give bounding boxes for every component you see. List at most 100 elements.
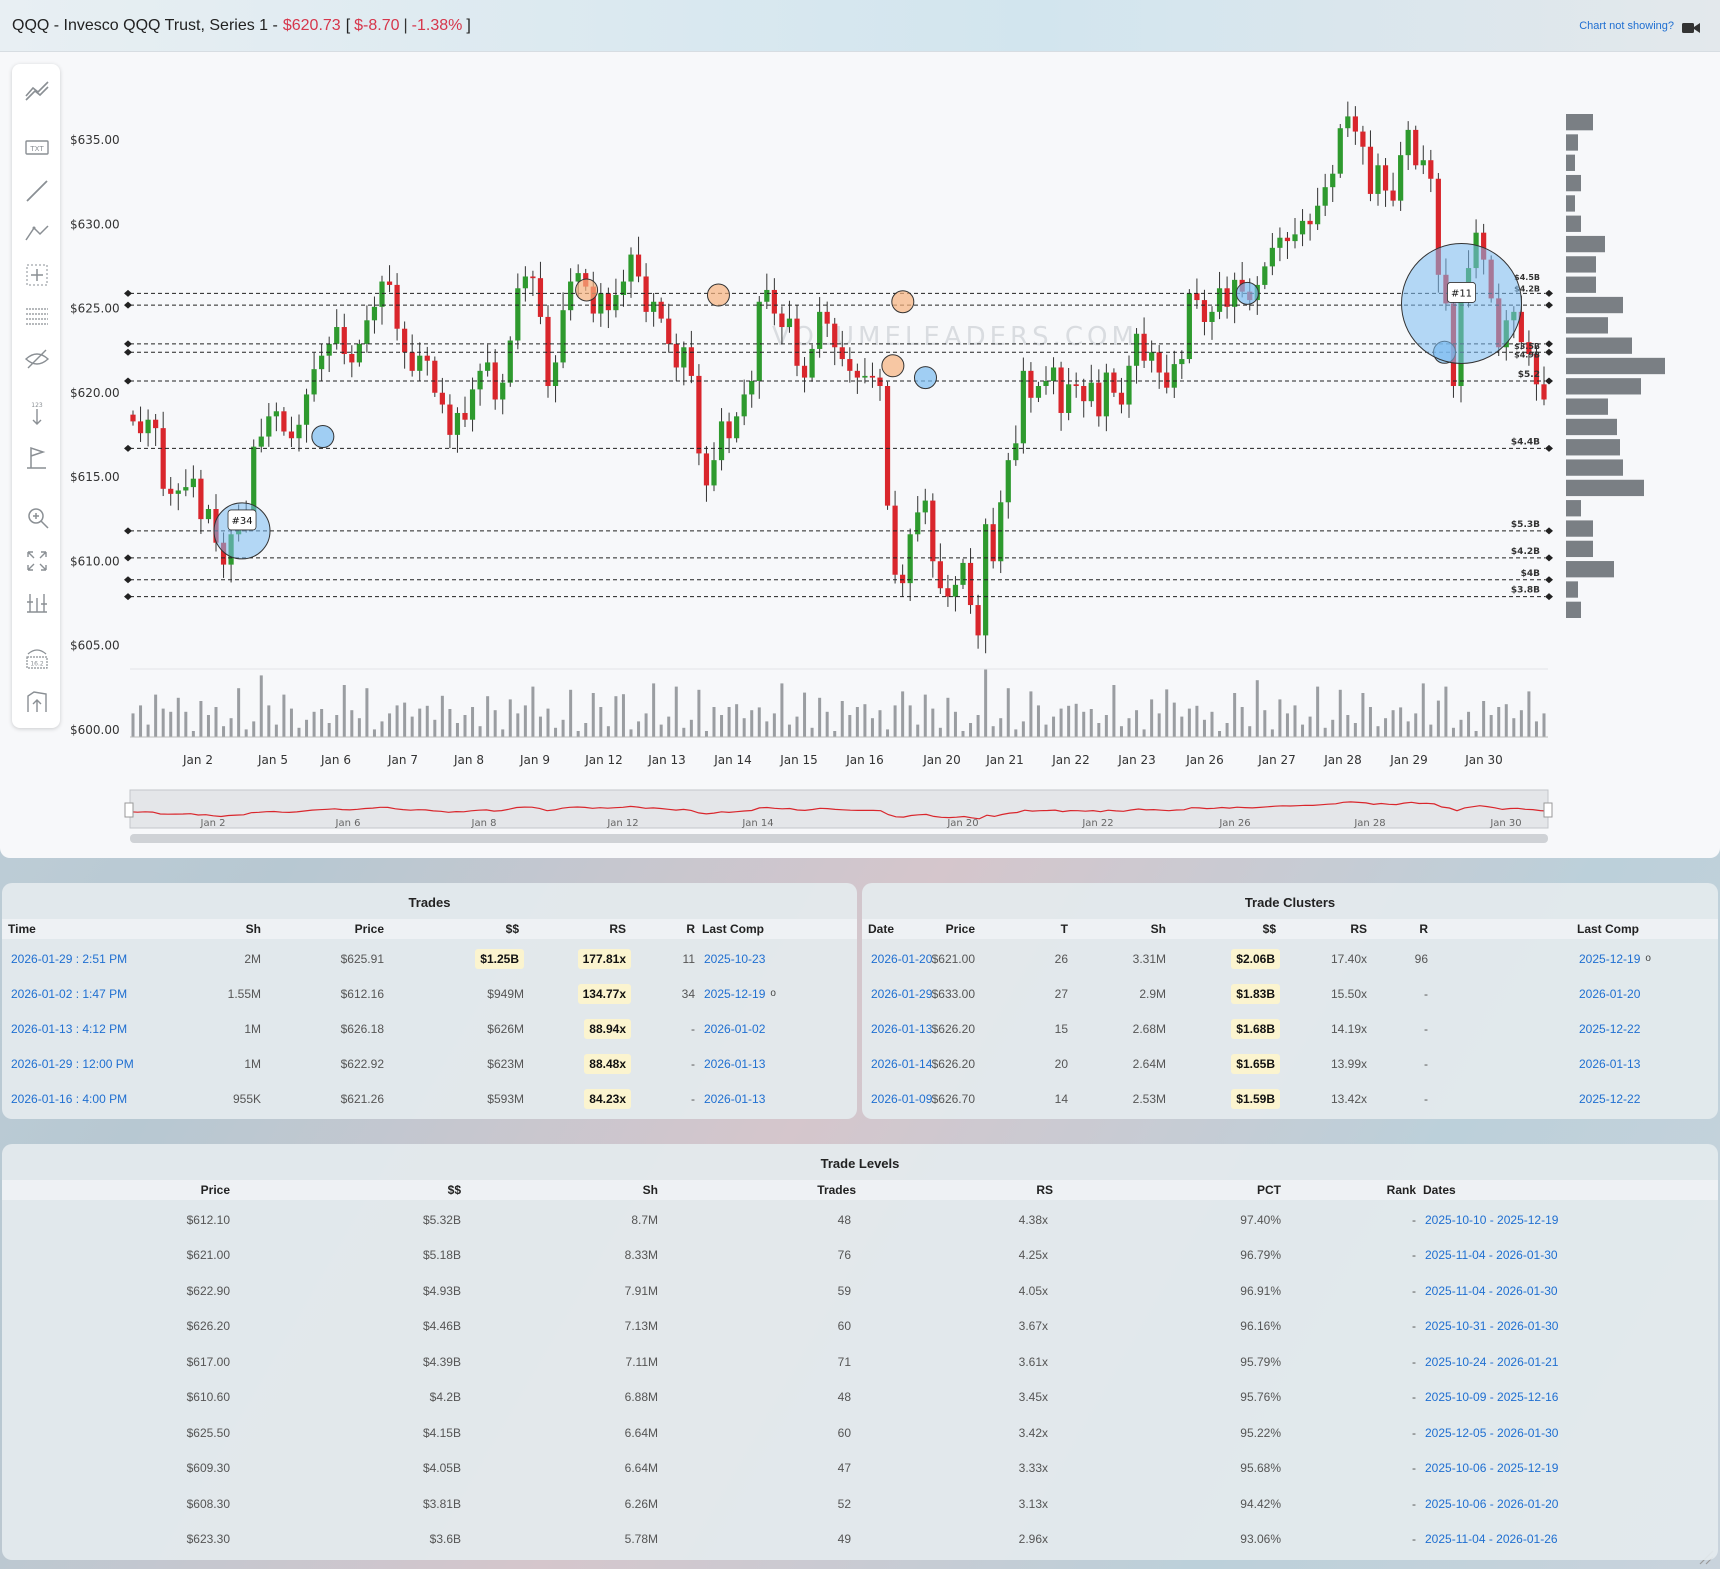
trade-time-link[interactable]: 2026-01-13 : 4:12 PM bbox=[11, 1011, 127, 1046]
col-sh[interactable]: Sh bbox=[246, 919, 261, 939]
levels-row[interactable]: $610.60 $4.2B 6.88M 48 3.45x 95.76% -2025-10-0… bbox=[2, 1380, 1718, 1415]
clusters-row[interactable]: 2026-01-20 $621.00 26 3.31M $2.06B 17.40x 96 20… bbox=[862, 941, 1718, 976]
level-dates-link[interactable]: 2025-10-10 - 2025-12-19 bbox=[1425, 1213, 1558, 1227]
trend-lines-icon[interactable] bbox=[24, 76, 50, 102]
trades-row[interactable]: 2026-01-16 : 4:00 PM 955K $621.26 $593M 84.2… bbox=[2, 1081, 857, 1116]
col-sh[interactable]: Sh bbox=[1151, 919, 1166, 939]
fullscreen-icon[interactable] bbox=[24, 548, 50, 574]
trades-row[interactable]: 2026-01-29 : 2:51 PM 2M $625.91 $1.25B 177.8… bbox=[2, 941, 857, 976]
levels-row[interactable]: $621.00 $5.18B 8.33M 76 4.25x 96.79% -2025-11-… bbox=[2, 1238, 1718, 1273]
level-dates-link[interactable]: 2025-10-24 - 2026-01-21 bbox=[1425, 1355, 1558, 1369]
trade-time-text[interactable]: 2026-01-02 : 1:47 PM bbox=[11, 987, 127, 1001]
level-dates[interactable]: 2025-12-05 - 2026-01-30 bbox=[1425, 1415, 1558, 1450]
col-rs[interactable]: RS bbox=[609, 919, 626, 939]
cluster-date-link[interactable]: 2026-01-09 bbox=[871, 1081, 932, 1116]
level-dates[interactable]: 2025-11-04 - 2026-01-30 bbox=[1425, 1238, 1558, 1273]
clusters-row[interactable]: 2026-01-13 $626.20 15 2.68M $1.68B 14.19x - 202… bbox=[862, 1011, 1718, 1046]
levels-row[interactable]: $626.20 $4.46B 7.13M 60 3.67x 96.16% -2025-10-… bbox=[2, 1309, 1718, 1344]
cluster-date-text[interactable]: 2026-01-20 bbox=[871, 952, 932, 966]
trade-last-comp[interactable]: 2026-01-02 bbox=[704, 1011, 765, 1046]
trade-marker-orange[interactable] bbox=[881, 354, 905, 378]
levels-row[interactable]: $625.50 $4.15B 6.64M 60 3.42x 95.22% -2025-12-… bbox=[2, 1415, 1718, 1450]
trade-last-comp[interactable]: 2025-12-19 o bbox=[704, 976, 776, 1011]
col-price[interactable]: Price bbox=[201, 1180, 230, 1200]
crosshair-icon[interactable] bbox=[24, 262, 50, 288]
level-dates[interactable]: 2025-10-31 - 2026-01-30 bbox=[1425, 1309, 1558, 1344]
col-dates[interactable]: Dates bbox=[1423, 1180, 1456, 1200]
cluster-last-comp-link[interactable]: 2025-12-22 bbox=[1579, 1092, 1640, 1106]
col-dollars[interactable]: $$ bbox=[1263, 919, 1276, 939]
cluster-date-text[interactable]: 2026-01-13 bbox=[871, 1022, 932, 1036]
level-dates[interactable]: 2025-11-04 - 2026-01-26 bbox=[1425, 1522, 1558, 1557]
navigator-scrollbar[interactable] bbox=[130, 834, 1548, 843]
zoom-icon[interactable] bbox=[24, 504, 50, 530]
pattern-icon[interactable] bbox=[24, 220, 50, 246]
trade-marker-orange[interactable] bbox=[706, 283, 730, 307]
trades-row[interactable]: 2026-01-29 : 12:00 PM 1M $622.92 $623M 88.48… bbox=[2, 1046, 857, 1081]
trade-time-link[interactable]: 2026-01-29 : 12:00 PM bbox=[11, 1046, 134, 1081]
cluster-date-link[interactable]: 2026-01-13 bbox=[871, 1011, 932, 1046]
level-dates[interactable]: 2025-10-06 - 2025-12-19 bbox=[1425, 1451, 1558, 1486]
level-dates[interactable]: 2025-10-10 - 2025-12-19 bbox=[1425, 1202, 1558, 1237]
cluster-last-comp-link[interactable]: 2026-01-20 bbox=[1579, 987, 1640, 1001]
col-r[interactable]: R bbox=[686, 919, 695, 939]
level-dates-link[interactable]: 2025-10-31 - 2026-01-30 bbox=[1425, 1319, 1558, 1333]
trades-row[interactable]: 2026-01-02 : 1:47 PM 1.55M $612.16 $949M 134… bbox=[2, 976, 857, 1011]
col-r[interactable]: R bbox=[1419, 919, 1428, 939]
level-dates[interactable]: 2025-10-06 - 2026-01-20 bbox=[1425, 1486, 1558, 1521]
cluster-date-link[interactable]: 2026-01-29 bbox=[871, 976, 932, 1011]
hide-icon[interactable] bbox=[24, 346, 50, 372]
cluster-last-comp[interactable]: 2026-01-20 bbox=[1579, 976, 1640, 1011]
line-icon[interactable] bbox=[24, 178, 50, 204]
cluster-last-comp[interactable]: 2026-01-13 bbox=[1579, 1046, 1640, 1081]
cluster-date-text[interactable]: 2026-01-29 bbox=[871, 987, 932, 1001]
col-time[interactable]: Time bbox=[8, 919, 36, 939]
cluster-date-link[interactable]: 2026-01-14 bbox=[871, 1046, 932, 1081]
cluster-date-text[interactable]: 2026-01-09 bbox=[871, 1092, 932, 1106]
trade-time-link[interactable]: 2026-01-16 : 4:00 PM bbox=[11, 1081, 127, 1116]
trade-last-comp[interactable]: 2026-01-13 bbox=[704, 1046, 765, 1081]
levels-row[interactable]: $617.00 $4.39B 7.11M 71 3.61x 95.79% -2025-10-… bbox=[2, 1344, 1718, 1379]
level-dates[interactable]: 2025-10-09 - 2025-12-16 bbox=[1425, 1380, 1558, 1415]
col-pct[interactable]: PCT bbox=[1257, 1180, 1281, 1200]
col-rank[interactable]: Rank bbox=[1387, 1180, 1416, 1200]
level-dates-link[interactable]: 2025-12-05 - 2026-01-30 bbox=[1425, 1426, 1558, 1440]
trade-last-comp-link[interactable]: 2026-01-02 bbox=[704, 1022, 765, 1036]
col-price[interactable]: Price bbox=[355, 919, 384, 939]
cluster-last-comp[interactable]: 2025-12-22 bbox=[1579, 1011, 1640, 1046]
trade-time-text[interactable]: 2026-01-13 : 4:12 PM bbox=[11, 1022, 127, 1036]
trade-marker-blue[interactable] bbox=[913, 366, 937, 390]
cluster-last-comp-link[interactable]: 2025-12-19 bbox=[1579, 952, 1640, 966]
col-sh[interactable]: Sh bbox=[643, 1180, 658, 1200]
col-rs[interactable]: RS bbox=[1036, 1180, 1053, 1200]
visibility-icon[interactable]: 16.2 bbox=[24, 646, 50, 672]
navigator-handle-right[interactable] bbox=[1543, 802, 1553, 818]
cluster-last-comp-link[interactable]: 2025-12-22 bbox=[1579, 1022, 1640, 1036]
fib-lines-icon[interactable] bbox=[24, 304, 50, 330]
col-rs[interactable]: RS bbox=[1350, 919, 1367, 939]
trade-last-comp-link[interactable]: 2025-12-19 bbox=[704, 987, 765, 1001]
col-dollars[interactable]: $$ bbox=[448, 1180, 461, 1200]
levels-row[interactable]: $622.90 $4.93B 7.91M 59 4.05x 96.91% -2025-11-… bbox=[2, 1273, 1718, 1308]
col-date[interactable]: Date bbox=[868, 919, 894, 939]
trade-marker-blue[interactable] bbox=[311, 425, 335, 449]
trade-time-text[interactable]: 2026-01-16 : 4:00 PM bbox=[11, 1092, 127, 1106]
clusters-row[interactable]: 2026-01-09 $626.70 14 2.53M $1.59B 13.42x - 202… bbox=[862, 1081, 1718, 1116]
cluster-last-comp[interactable]: 2025-12-19 o bbox=[1579, 941, 1651, 976]
navigator-handle-left[interactable] bbox=[124, 802, 134, 818]
level-dates-link[interactable]: 2025-11-04 - 2026-01-30 bbox=[1425, 1248, 1558, 1262]
levels-row[interactable]: $609.30 $4.05B 6.64M 47 3.33x 95.68% -2025-10-… bbox=[2, 1451, 1718, 1486]
trade-last-comp-link[interactable]: 2026-01-13 bbox=[704, 1057, 765, 1071]
trade-last-comp[interactable]: 2025-10-23 bbox=[704, 941, 765, 976]
clusters-row[interactable]: 2026-01-29 $633.00 27 2.9M $1.83B 15.50x - 2026… bbox=[862, 976, 1718, 1011]
cluster-last-comp[interactable]: 2025-12-22 bbox=[1579, 1081, 1640, 1116]
cluster-date-link[interactable]: 2026-01-20 bbox=[871, 941, 932, 976]
price-chart[interactable]: VOLUMELEADERS.COM$635.00$630.00$625.00$6… bbox=[0, 0, 1720, 858]
trade-marker-blue[interactable] bbox=[1235, 281, 1259, 305]
trade-marker-orange[interactable] bbox=[891, 290, 915, 314]
trade-time-link[interactable]: 2026-01-02 : 1:47 PM bbox=[11, 976, 127, 1011]
level-dates-link[interactable]: 2025-10-09 - 2025-12-16 bbox=[1425, 1390, 1558, 1404]
flag-icon[interactable] bbox=[24, 444, 50, 470]
trade-last-comp-link[interactable]: 2026-01-13 bbox=[704, 1092, 765, 1106]
level-dates-link[interactable]: 2025-11-04 - 2026-01-26 bbox=[1425, 1532, 1558, 1546]
